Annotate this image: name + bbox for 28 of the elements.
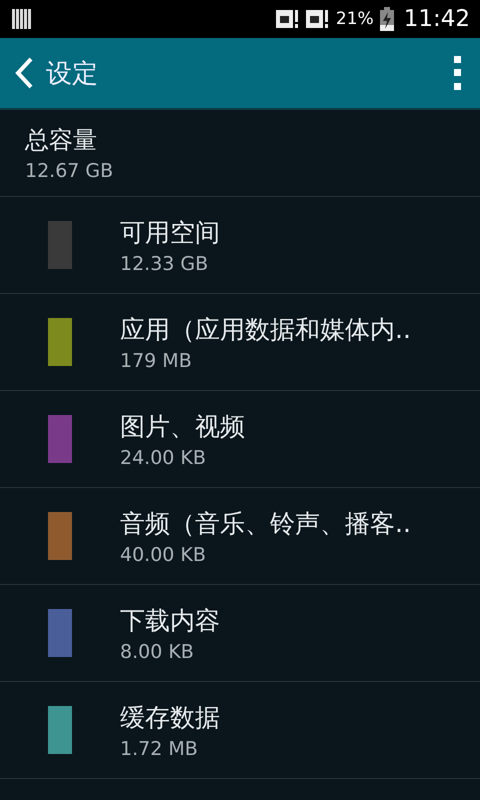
storage-category: 音频（音乐、铃声、播客..: [120, 508, 411, 540]
total-capacity-label: 总容量: [25, 125, 98, 156]
storage-size: 8.00 KB: [120, 640, 195, 662]
back-button[interactable]: 设定: [14, 56, 98, 90]
storage-row[interactable]: 图片、视频 24.00 KB: [0, 391, 480, 488]
sim-card-icon: [276, 9, 300, 29]
signal-bars-icon: [12, 9, 32, 29]
battery-percent: 21%: [336, 9, 374, 29]
storage-row[interactable]: 下载内容 8.00 KB: [0, 585, 480, 682]
storage-size: 24.00 KB: [120, 446, 207, 468]
storage-row[interactable]: 可用空间 12.33 GB: [0, 197, 480, 294]
total-capacity-value: 12.67 GB: [25, 160, 114, 182]
storage-category: 可用空间: [120, 216, 220, 248]
storage-category: 缓存数据: [120, 702, 220, 734]
storage-row[interactable]: 应用（应用数据和媒体内.. 179 MB: [0, 294, 480, 391]
storage-row[interactable]: 音频（音乐、铃声、播客.. 40.00 KB: [0, 488, 480, 585]
sim-card-icon: [306, 9, 330, 29]
storage-size: 40.00 KB: [120, 544, 207, 566]
storage-category: 图片、视频: [120, 410, 245, 442]
storage-row[interactable]: 缓存数据 1.72 MB: [0, 682, 480, 779]
clock-time: 11:42: [404, 6, 470, 32]
storage-size: 1.72 MB: [120, 738, 199, 760]
storage-category: 下载内容: [120, 604, 220, 636]
battery-charging-icon: [380, 7, 394, 31]
storage-size: 12.33 GB: [120, 252, 210, 274]
storage-size: 179 MB: [120, 350, 193, 372]
back-icon: [14, 57, 34, 89]
storage-category: 应用（应用数据和媒体内..: [120, 314, 411, 346]
